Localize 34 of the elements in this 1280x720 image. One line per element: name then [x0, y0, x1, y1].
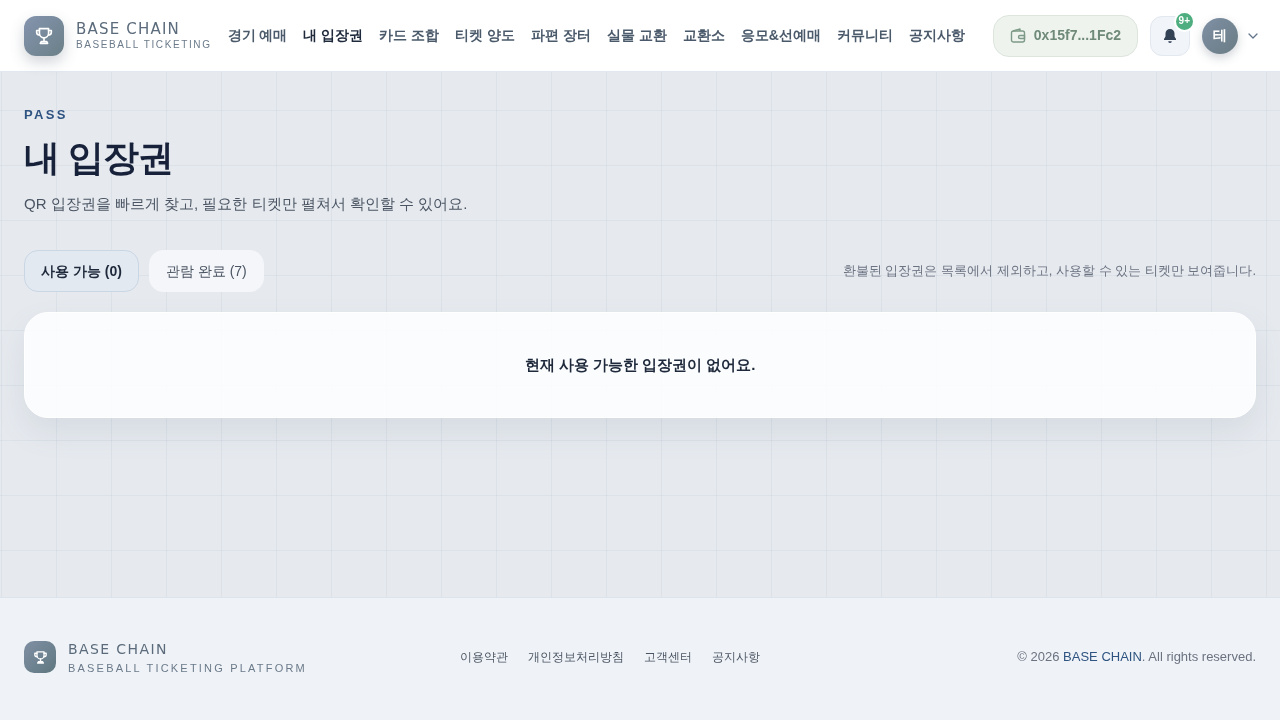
page-description: QR 입장권을 빠르게 찾고, 필요한 티켓만 펼쳐서 확인할 수 있어요. [24, 194, 468, 214]
brand-tagline: BASEBALL TICKETING [76, 38, 212, 51]
bell-icon [1162, 27, 1178, 44]
brand-tagline: BASEBALL TICKETING PLATFORM [68, 661, 307, 674]
section-eyebrow: PASS [24, 108, 68, 122]
notifications-button[interactable] [1150, 15, 1190, 56]
footer-link[interactable]: 공지사항 [712, 648, 760, 666]
footer-link[interactable]: 개인정보처리방침 [528, 648, 624, 666]
chevron-down-icon[interactable] [1248, 32, 1258, 39]
nav-link[interactable]: 경기 예매 [227, 25, 288, 46]
brand-name: BASE CHAIN [76, 20, 180, 37]
brand-name: BASE CHAIN [68, 640, 168, 657]
refund-note: 환불된 입장권은 목록에서 제외하고, 사용할 수 있는 티켓만 보여줍니다. [842, 262, 1256, 281]
nav-link[interactable]: 응모&선예매 [740, 25, 821, 46]
nav-link[interactable]: 공지사항 [909, 25, 965, 46]
nav-link[interactable]: 커뮤니티 [837, 25, 893, 46]
trophy-icon[interactable] [24, 641, 56, 673]
nav-link[interactable]: 카드 조합 [379, 25, 440, 46]
footer-link[interactable]: 이용약관 [460, 648, 508, 666]
empty-state-message: 현재 사용 가능한 입장권이 없어요. [524, 354, 756, 375]
nav-link[interactable]: 티켓 양도 [455, 25, 516, 46]
nav-link[interactable]: 실물 교환 [606, 25, 667, 46]
filter-tab[interactable]: 사용 가능 (0) [24, 250, 139, 292]
trophy-icon[interactable] [24, 15, 64, 56]
nav-link[interactable]: 파편 장터 [531, 25, 591, 46]
notification-count-badge: 9+ [1173, 10, 1195, 32]
nav-link[interactable]: 내 입장권 [303, 25, 364, 46]
page-title: 내 입장권 [24, 138, 173, 178]
nav-link[interactable]: 교환소 [682, 25, 725, 46]
footer-link[interactable]: 고객센터 [644, 648, 692, 666]
avatar-button[interactable]: 테 [1202, 17, 1238, 54]
wallet-icon [1009, 27, 1026, 44]
filter-tab[interactable]: 관람 완료 (7) [148, 250, 264, 292]
copyright-text: © 2026 BASE CHAIN. All rights reserved. [1017, 648, 1256, 667]
